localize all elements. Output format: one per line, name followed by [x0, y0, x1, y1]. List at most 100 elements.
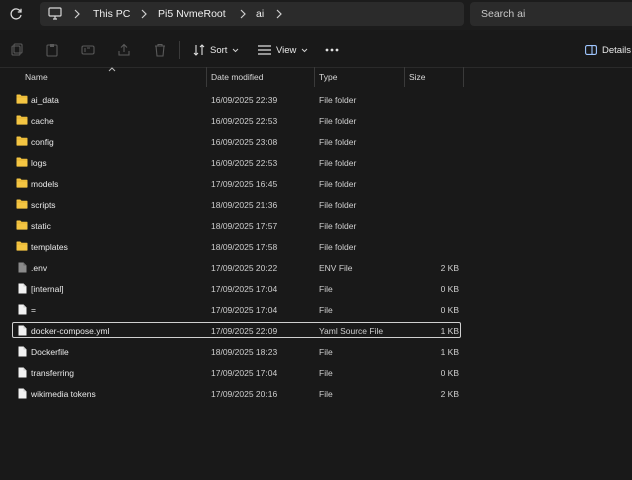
- details-label: Details: [602, 44, 632, 56]
- file-row[interactable]: Dockerfile 18/09/2025 18:23 File 1 KB: [0, 342, 632, 363]
- folder-icon: [16, 94, 28, 106]
- file-row[interactable]: docker-compose.yml 17/09/2025 22:09 Yaml S…: [0, 321, 632, 342]
- rename-icon[interactable]: [81, 43, 95, 57]
- folder-icon: [16, 157, 28, 169]
- toolbar-divider: [179, 41, 180, 59]
- refresh-icon[interactable]: [8, 6, 24, 22]
- file-row[interactable]: [internal] 17/09/2025 17:04 File 0 KB: [0, 279, 632, 300]
- breadcrumb-pi5-nvmeroot[interactable]: Pi5 NvmeRoot: [158, 8, 226, 20]
- file-name: wikimedia tokens: [31, 389, 96, 399]
- file-type: File folder: [319, 137, 357, 147]
- chevron-down-icon: [233, 48, 239, 52]
- sort-button[interactable]: Sort: [193, 42, 239, 58]
- file-type: Yaml Source File: [319, 326, 384, 336]
- column-header-type[interactable]: Type: [319, 72, 337, 82]
- cut-icon[interactable]: [10, 43, 24, 57]
- monitor-icon: [48, 7, 62, 20]
- file-date-modified: 18/09/2025 17:58: [211, 242, 278, 252]
- column-divider[interactable]: [463, 67, 464, 87]
- file-type: ENV File: [319, 263, 353, 273]
- file-row[interactable]: ai_data 16/09/2025 22:39 File folder: [0, 90, 632, 111]
- file-date-modified: 17/09/2025 17:04: [211, 284, 278, 294]
- folder-icon: [16, 178, 28, 190]
- address-bar[interactable]: This PC Pi5 NvmeRoot ai: [40, 2, 464, 26]
- file-icon: [18, 367, 27, 380]
- file-row[interactable]: scripts 18/09/2025 21:36 File folder: [0, 195, 632, 216]
- file-size: 2 KB: [440, 263, 459, 273]
- view-button[interactable]: View: [258, 42, 308, 58]
- column-header-size[interactable]: Size: [409, 72, 426, 82]
- file-row[interactable]: static 18/09/2025 17:57 File folder: [0, 216, 632, 237]
- chevron-right-icon[interactable]: [239, 9, 247, 19]
- file-type: File folder: [319, 221, 357, 231]
- file-date-modified: 17/09/2025 17:04: [211, 305, 278, 315]
- file-icon: [18, 325, 27, 338]
- file-icon: [18, 346, 27, 359]
- file-size: 0 KB: [440, 305, 459, 315]
- file-date-modified: 17/09/2025 17:04: [211, 368, 278, 378]
- details-pane-button[interactable]: Details: [585, 42, 631, 58]
- file-name: templates: [31, 242, 68, 252]
- file-date-modified: 17/09/2025 20:22: [211, 263, 278, 273]
- folder-icon: [16, 115, 28, 127]
- delete-icon[interactable]: [153, 43, 167, 57]
- file-size: 1 KB: [440, 326, 459, 336]
- column-divider[interactable]: [404, 67, 405, 87]
- file-name: models: [31, 179, 59, 189]
- command-bar: Sort View Details: [0, 31, 632, 68]
- file-date-modified: 16/09/2025 22:53: [211, 158, 278, 168]
- file-type: File: [319, 347, 333, 357]
- file-size: 0 KB: [440, 284, 459, 294]
- file-name: Dockerfile: [31, 347, 69, 357]
- file-type: File folder: [319, 158, 357, 168]
- view-label: View: [276, 44, 297, 56]
- file-name: config: [31, 137, 54, 147]
- file-row[interactable]: transferring 17/09/2025 17:04 File 0 KB: [0, 363, 632, 384]
- file-row[interactable]: wikimedia tokens 17/09/2025 20:16 File 2 KB: [0, 384, 632, 405]
- column-header-name[interactable]: Name: [25, 72, 48, 82]
- file-row[interactable]: config 16/09/2025 23:08 File folder: [0, 132, 632, 153]
- file-date-modified: 16/09/2025 22:39: [211, 95, 278, 105]
- more-icon: [325, 48, 339, 52]
- file-name: logs: [31, 158, 47, 168]
- file-name: =: [31, 305, 36, 315]
- file-size: 0 KB: [440, 368, 459, 378]
- file-type: File folder: [319, 242, 357, 252]
- address-strip: This PC Pi5 NvmeRoot ai Search ai: [0, 0, 632, 30]
- chevron-right-icon[interactable]: [140, 9, 148, 19]
- file-row[interactable]: templates 18/09/2025 17:58 File folder: [0, 237, 632, 258]
- file-row[interactable]: logs 16/09/2025 22:53 File folder: [0, 153, 632, 174]
- file-icon: [18, 304, 27, 317]
- file-icon: [18, 388, 27, 401]
- file-name: transferring: [31, 368, 74, 378]
- column-header-date[interactable]: Date modified: [211, 72, 263, 82]
- file-type: File: [319, 389, 333, 399]
- folder-icon: [16, 220, 28, 232]
- file-row[interactable]: .env 17/09/2025 20:22 ENV File 2 KB: [0, 258, 632, 279]
- file-type: File: [319, 368, 333, 378]
- column-header-row: Name Date modified Type Size: [0, 67, 632, 87]
- breadcrumb-ai[interactable]: ai: [256, 8, 264, 20]
- breadcrumb-this-pc[interactable]: This PC: [93, 8, 130, 20]
- file-date-modified: 17/09/2025 22:09: [211, 326, 278, 336]
- file-type: File folder: [319, 200, 357, 210]
- search-input[interactable]: Search ai: [481, 8, 525, 20]
- search-box[interactable]: Search ai: [470, 2, 632, 26]
- file-size: 2 KB: [440, 389, 459, 399]
- chevron-right-icon[interactable]: [275, 9, 283, 19]
- file-row[interactable]: = 17/09/2025 17:04 File 0 KB: [0, 300, 632, 321]
- chevron-right-icon[interactable]: [73, 9, 81, 19]
- file-date-modified: 17/09/2025 16:45: [211, 179, 278, 189]
- file-row[interactable]: cache 16/09/2025 22:53 File folder: [0, 111, 632, 132]
- file-name: ai_data: [31, 95, 59, 105]
- share-icon[interactable]: [117, 43, 131, 57]
- paste-icon[interactable]: [45, 43, 59, 57]
- file-row[interactable]: models 17/09/2025 16:45 File folder: [0, 174, 632, 195]
- more-options-button[interactable]: [325, 42, 339, 58]
- column-divider[interactable]: [314, 67, 315, 87]
- file-name: cache: [31, 116, 54, 126]
- sort-label: Sort: [210, 44, 228, 56]
- column-divider[interactable]: [206, 67, 207, 87]
- env-file-icon: [18, 262, 27, 275]
- view-icon: [258, 45, 271, 55]
